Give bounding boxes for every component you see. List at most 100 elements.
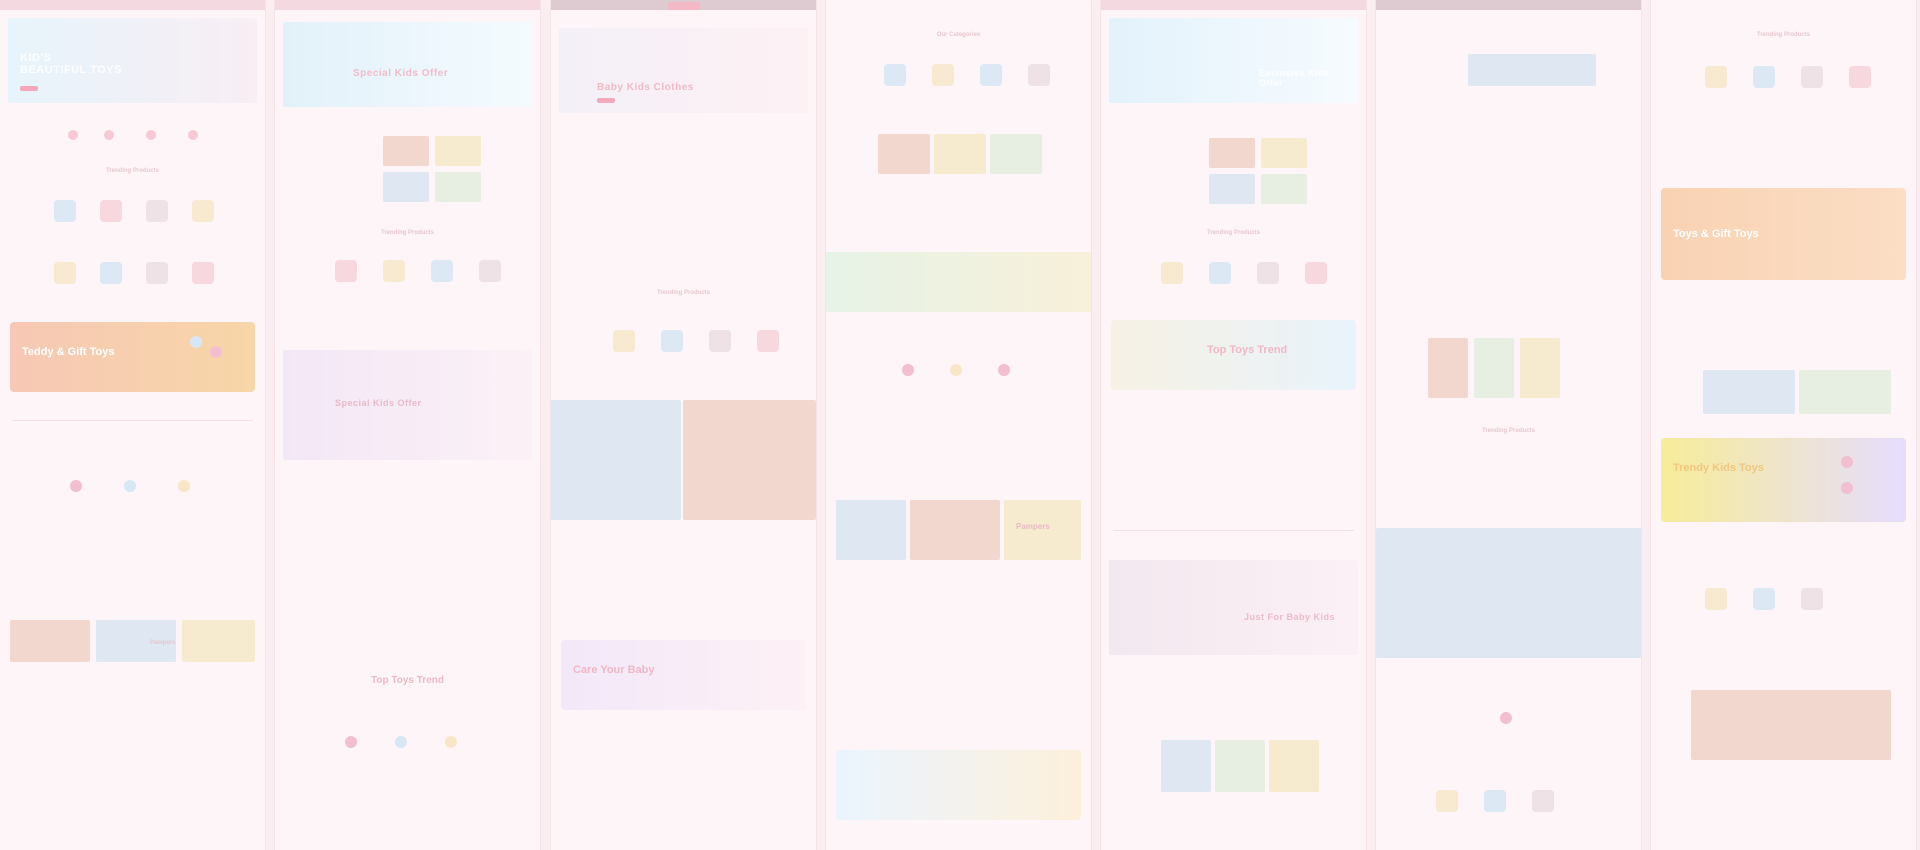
category-thumb[interactable] [884, 64, 906, 86]
product-thumb[interactable] [1705, 588, 1727, 610]
grid-photo [1474, 338, 1514, 398]
hero-button[interactable] [20, 86, 38, 91]
product-thumb[interactable] [192, 200, 214, 222]
promo-card [1269, 740, 1319, 792]
promo-photo [182, 620, 255, 662]
product-thumb[interactable] [1801, 588, 1823, 610]
brand-icon [395, 736, 407, 748]
product-thumb[interactable] [1801, 66, 1823, 88]
category-icon [950, 364, 962, 376]
grid-photo [1209, 138, 1255, 168]
hero-banner: KID'S BEAUTIFUL TOYS [8, 18, 257, 103]
product-thumb[interactable] [661, 330, 683, 352]
category-icon [178, 480, 190, 492]
template-column-4: Our Categories Pampers [826, 0, 1091, 850]
feature-icon [188, 130, 198, 140]
product-thumb[interactable] [709, 330, 731, 352]
grid-photo [1428, 338, 1468, 398]
hero-title: Exclusive Kids Offer [1259, 68, 1330, 88]
product-thumb[interactable] [1753, 588, 1775, 610]
product-thumb[interactable] [54, 200, 76, 222]
section-title: Trending Products [656, 290, 710, 296]
hero-banner: Baby Kids Clothes [559, 28, 808, 113]
product-thumb[interactable] [1161, 262, 1183, 284]
hero-title-2: Just For Baby Kids [1244, 612, 1336, 622]
promo-title: Toys & Gift Toys [1673, 228, 1759, 240]
category-thumb[interactable] [980, 64, 1002, 86]
hero-button[interactable] [597, 98, 615, 103]
product-thumb[interactable] [1753, 66, 1775, 88]
promo-card [1703, 370, 1795, 414]
topbar [275, 0, 540, 10]
promo-card [910, 500, 1000, 560]
promo-card [1161, 740, 1211, 792]
brand-icon [445, 736, 457, 748]
category-thumb[interactable] [1028, 64, 1050, 86]
promo-photo [990, 134, 1042, 174]
template-column-3: Baby Kids Clothes Trending Products Care… [551, 0, 816, 850]
product-thumb[interactable] [1257, 262, 1279, 284]
promo-photo [934, 134, 986, 174]
category-icon [998, 364, 1010, 376]
grid-photo [435, 136, 481, 166]
template-column-6: Trending Products [1376, 0, 1641, 850]
bubble-icon [1841, 456, 1853, 468]
hero-title-2: Special Kids Offer [335, 398, 422, 408]
feature-icon [68, 130, 78, 140]
product-thumb[interactable] [1532, 790, 1554, 812]
product-thumb[interactable] [1484, 790, 1506, 812]
promo-card [836, 500, 906, 560]
product-thumb[interactable] [146, 262, 168, 284]
hero-title: Baby Kids Clothes [597, 82, 694, 93]
grid-photo [1261, 174, 1307, 204]
product-thumb[interactable] [431, 260, 453, 282]
site-logo[interactable] [667, 2, 700, 10]
template-column-1: KID'S BEAUTIFUL TOYS Trending Products T… [0, 0, 265, 850]
hero-strip [1468, 54, 1596, 86]
category-icon [902, 364, 914, 376]
balloon-icon [210, 346, 222, 358]
category-thumb[interactable] [932, 64, 954, 86]
hero-title: Special Kids Offer [353, 68, 449, 79]
balloon-icon [190, 336, 202, 348]
promo-title: Care Your Baby [573, 664, 655, 676]
divider [12, 420, 253, 421]
product-thumb[interactable] [54, 262, 76, 284]
promo-title-2: Trendy Kids Toys [1673, 462, 1764, 474]
hero-banner: Special Kids Offer [283, 22, 532, 107]
feature-icon [104, 130, 114, 140]
promo-label: Pampers [1016, 522, 1050, 531]
product-thumb[interactable] [335, 260, 357, 282]
category-icon [1500, 712, 1512, 724]
banner-photo [1691, 690, 1891, 760]
product-thumb[interactable] [383, 260, 405, 282]
product-thumb[interactable] [100, 262, 122, 284]
nature-strip [826, 252, 1091, 312]
promo-photo [10, 620, 90, 662]
product-thumb[interactable] [1305, 262, 1327, 284]
product-thumb[interactable] [613, 330, 635, 352]
product-thumb[interactable] [1436, 790, 1458, 812]
grid-photo [1209, 174, 1255, 204]
product-thumb[interactable] [1209, 262, 1231, 284]
promo-title: Top Toys Trend [1207, 344, 1288, 356]
hero-banner-2: Special Kids Offer [283, 350, 532, 460]
promo-photo [878, 134, 930, 174]
section-title: Our Categories [936, 32, 981, 38]
product-thumb[interactable] [1849, 66, 1871, 88]
product-thumb[interactable] [479, 260, 501, 282]
product-thumb[interactable] [1705, 66, 1727, 88]
promo-banner: Teddy & Gift Toys [10, 322, 255, 392]
gallery-photo [683, 400, 816, 520]
product-thumb[interactable] [146, 200, 168, 222]
product-thumb[interactable] [192, 262, 214, 284]
product-thumb[interactable] [757, 330, 779, 352]
grid-photo [1520, 338, 1560, 398]
hero-banner-2: Just For Baby Kids [1109, 560, 1358, 655]
mid-banner-title: Top Toys Trend [371, 675, 444, 686]
topbar [0, 0, 265, 10]
bottom-banner [836, 750, 1081, 820]
product-thumb[interactable] [100, 200, 122, 222]
promo-banner: Top Toys Trend [1111, 320, 1356, 390]
promo-card [1215, 740, 1265, 792]
